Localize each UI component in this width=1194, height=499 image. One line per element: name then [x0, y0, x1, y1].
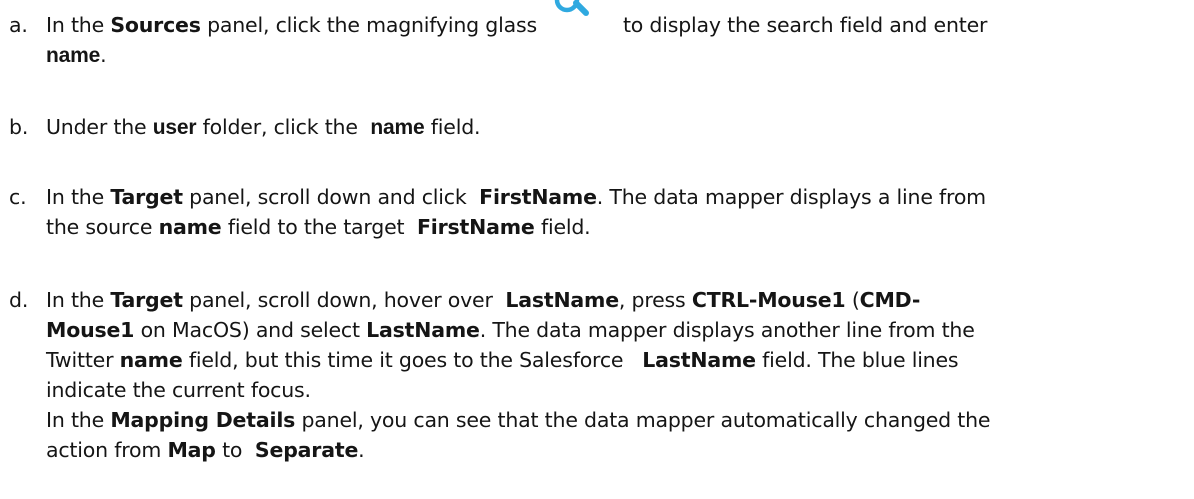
text-line: In the Mapping Details panel, you can se…: [46, 405, 1189, 435]
step-marker: a.: [9, 13, 28, 37]
text-run: panel, click the magnifying glass: [207, 13, 537, 37]
text-run: field.: [540, 215, 591, 239]
step-text: In the Target panel, scroll down and cli…: [46, 182, 1189, 242]
text-run: In the: [46, 408, 104, 432]
text-line: action from Map to Separate.: [46, 435, 1189, 465]
text-run: field to the target: [227, 215, 405, 239]
text-run: action from: [46, 438, 162, 462]
step-text: In the Target panel, scroll down, hover …: [46, 285, 1189, 465]
ui-term-separate: Separate: [254, 438, 359, 462]
magnifier-handle: [572, 0, 589, 16]
text-line: Under the user folder, click the name fi…: [46, 112, 1189, 143]
text-run: (: [851, 288, 860, 312]
text-run: Twitter: [46, 348, 114, 372]
ui-term-user: user: [152, 116, 197, 139]
ui-term-cmd: CMD-: [859, 288, 921, 312]
ui-term-lastname: LastName: [505, 288, 619, 312]
text-run: In the: [46, 13, 104, 37]
text-run: panel, you can see that the data mapper …: [301, 408, 991, 432]
step-text: In the Sources panel, click the magnifyi…: [46, 0, 1189, 71]
text-run: .: [358, 438, 365, 462]
text-run: Under the: [46, 115, 147, 139]
text-run: field. The blue lines: [762, 348, 959, 372]
ui-term-mapping-details: Mapping Details: [110, 408, 296, 432]
step-a: a. In the Sources panel, click the magni…: [9, 0, 1189, 71]
text-run: , press: [618, 288, 686, 312]
ui-term-firstname: FirstName: [417, 215, 535, 239]
text-run: panel, scroll down and click: [189, 185, 467, 209]
text-run: panel, scroll down, hover over: [189, 288, 493, 312]
ui-term-target: Target: [110, 288, 183, 312]
ui-term-target: Target: [110, 185, 183, 209]
text-run: to display the search field and enter: [622, 13, 988, 37]
text-run: folder, click the: [202, 115, 358, 139]
text-run: In the: [46, 185, 104, 209]
text-line: In the Sources panel, click the magnifyi…: [46, 0, 1189, 40]
text-line: In the Target panel, scroll down, hover …: [46, 285, 1189, 315]
step-b: b. Under the user folder, click the name…: [9, 112, 1189, 143]
ui-term-mouse1: Mouse1: [46, 318, 135, 342]
text-run: the source: [46, 215, 153, 239]
ui-term-lastname: LastName: [642, 348, 756, 372]
step-marker: b.: [9, 115, 29, 139]
ui-term-map: Map: [167, 438, 216, 462]
text-run: .: [100, 43, 107, 67]
text-run: to: [222, 438, 243, 462]
ui-term-lastname: LastName: [366, 318, 480, 342]
text-line: the source name field to the target Firs…: [46, 212, 1189, 242]
step-marker: d.: [9, 288, 29, 312]
ui-term-name: name: [158, 215, 222, 239]
text-run: . The data mapper displays another line …: [479, 318, 975, 342]
text-line: name.: [46, 40, 1189, 71]
text-run: on MacOS) and select: [140, 318, 360, 342]
ui-term-sources: Sources: [110, 13, 201, 37]
text-run: indicate the current focus.: [46, 378, 311, 402]
text-line: Twitter name field, but this time it goe…: [46, 345, 1189, 375]
text-line: Mouse1 on MacOS) and select LastName. Th…: [46, 315, 1189, 345]
ui-term-name: name: [46, 44, 101, 67]
magnifier-svg: [554, 0, 589, 16]
text-run: . The data mapper displays a line from: [596, 185, 986, 209]
step-c: c. In the Target panel, scroll down and …: [9, 182, 1189, 242]
ui-term-ctrl-mouse1: CTRL-Mouse1: [691, 288, 846, 312]
text-run: field.: [430, 115, 481, 139]
text-run: In the: [46, 288, 104, 312]
ui-term-firstname: FirstName: [479, 185, 597, 209]
step-d: d. In the Target panel, scroll down, hov…: [9, 285, 1189, 465]
ui-term-name: name: [119, 348, 183, 372]
text-run: field, but this time it goes to the Sale…: [188, 348, 624, 372]
text-line: indicate the current focus.: [46, 375, 1189, 405]
magnifying-glass-icon: [537, 0, 623, 40]
step-marker: c.: [9, 185, 27, 209]
step-text: Under the user folder, click the name fi…: [46, 112, 1189, 143]
text-line: In the Target panel, scroll down and cli…: [46, 182, 1189, 212]
ui-term-name: name: [370, 116, 425, 139]
